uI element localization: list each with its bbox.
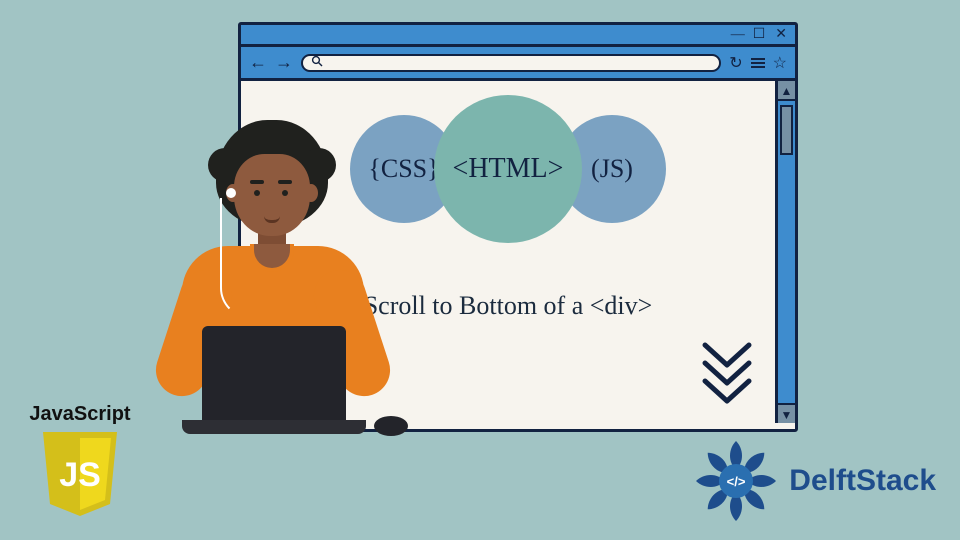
vertical-scrollbar[interactable]: ▲ ▼	[775, 81, 795, 423]
window-titlebar: — ☐ ✕	[241, 25, 795, 47]
javascript-badge: JavaScript JS	[20, 403, 140, 518]
refresh-button[interactable]: ↻	[729, 53, 742, 73]
javascript-label: JavaScript	[20, 403, 140, 426]
laptop-base	[182, 420, 366, 434]
menu-button[interactable]	[751, 58, 765, 68]
delftstack-emblem-icon: </>	[693, 438, 779, 524]
person-illustration	[98, 118, 388, 448]
person-brow-right	[278, 180, 292, 184]
person-brow-left	[250, 180, 264, 184]
minimize-button[interactable]: —	[731, 28, 743, 42]
bubble-html: <HTML>	[434, 95, 582, 243]
browser-toolbar: ← → ↻ ☆	[241, 47, 795, 81]
search-icon	[311, 55, 323, 71]
svg-text:</>: </>	[727, 474, 746, 489]
js-initials: JS	[59, 456, 101, 494]
person-eye-right	[282, 190, 288, 196]
scroll-up-button[interactable]: ▲	[778, 81, 795, 101]
close-button[interactable]: ✕	[775, 28, 787, 42]
maximize-button[interactable]: ☐	[753, 28, 766, 42]
computer-mouse-icon	[374, 416, 408, 436]
scroll-down-button[interactable]: ▼	[778, 403, 795, 423]
forward-button[interactable]: →	[275, 52, 293, 73]
earbud-icon	[226, 188, 236, 198]
tech-bubbles: {CSS} <HTML> (JS)	[350, 95, 666, 243]
scroll-thumb[interactable]	[780, 105, 793, 155]
earbud-wire	[220, 198, 250, 318]
delftstack-name: DelftStack	[789, 464, 936, 498]
delftstack-logo: </> DelftStack	[693, 438, 936, 524]
address-bar[interactable]	[301, 54, 721, 72]
back-button[interactable]: ←	[249, 52, 267, 73]
scroll-down-icon	[699, 341, 755, 409]
favorite-button[interactable]: ☆	[773, 53, 787, 73]
person-eye-left	[254, 190, 260, 196]
laptop-screen	[202, 326, 346, 422]
javascript-shield-icon: JS	[39, 430, 121, 518]
